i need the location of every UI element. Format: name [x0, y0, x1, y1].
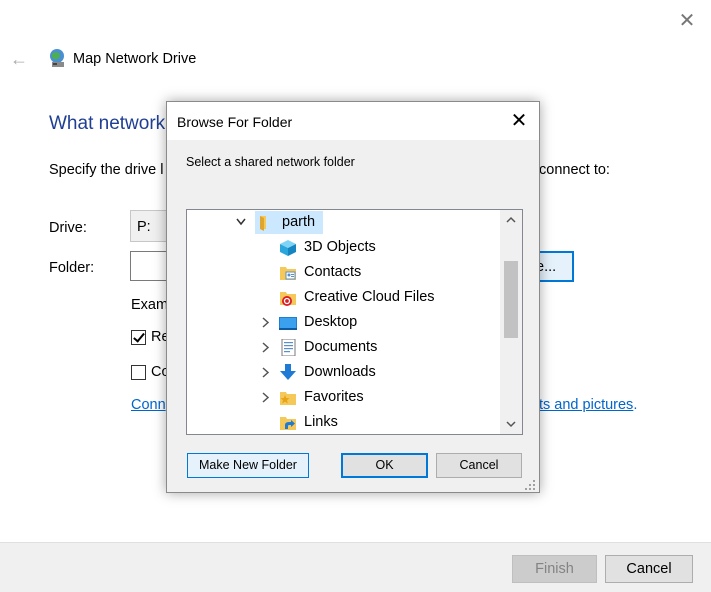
tree-item-documents[interactable]: Documents: [187, 335, 501, 360]
description-text: Specify the drive l: [49, 162, 164, 178]
tree-item-label: 3D Objects: [304, 239, 376, 255]
window-title: Map Network Drive: [73, 51, 197, 67]
close-icon[interactable]: ✕: [505, 108, 533, 134]
back-arrow-icon[interactable]: ←: [8, 48, 30, 70]
tree-item-label: Links: [304, 414, 338, 430]
tree-item-creative-cloud-files[interactable]: Creative Cloud Files: [187, 285, 501, 310]
desktop-icon: [279, 314, 297, 331]
connect-website-link-end[interactable]: ts and pictures.: [539, 397, 637, 413]
ok-button[interactable]: OK: [341, 453, 428, 478]
network-drive-icon: [46, 47, 68, 69]
dialog-titlebar: Browse For Folder ✕: [167, 102, 539, 140]
dialog-title: Browse For Folder: [177, 114, 293, 130]
drive-label: Drive:: [49, 220, 87, 236]
finish-button[interactable]: Finish: [512, 555, 597, 583]
favorites-icon: [279, 389, 297, 406]
chevron-down-icon[interactable]: [234, 210, 248, 235]
3d-objects-icon: [279, 239, 297, 256]
tree-item-favorites[interactable]: Favorites: [187, 385, 501, 410]
tree-item-label: Favorites: [304, 389, 364, 405]
browse-for-folder-dialog: Browse For Folder ✕ Select a shared netw…: [166, 101, 540, 493]
tree-item-label: Creative Cloud Files: [304, 289, 435, 305]
credentials-checkbox[interactable]: [131, 365, 146, 380]
folder-tree[interactable]: parth 3D Objects Contacts Creative Cloud…: [186, 209, 523, 435]
tree-item-label: Downloads: [304, 364, 376, 380]
reconnect-checkbox[interactable]: [131, 330, 146, 345]
tree-item-downloads[interactable]: Downloads: [187, 360, 501, 385]
downloads-icon: [279, 364, 297, 381]
resize-grip-icon[interactable]: [524, 478, 536, 490]
tree-item-contacts[interactable]: Contacts: [187, 260, 501, 285]
page-heading: What network: [49, 113, 166, 134]
contacts-icon: [279, 264, 297, 281]
tree-item-parth[interactable]: parth: [187, 210, 501, 235]
description-text-end: connect to:: [539, 162, 610, 178]
creative-cloud-icon: [279, 289, 297, 306]
chevron-right-icon[interactable]: [258, 360, 272, 385]
link-text[interactable]: ts and pictures: [539, 397, 633, 413]
chevron-right-icon[interactable]: [258, 335, 272, 360]
dialog-cancel-button[interactable]: Cancel: [436, 453, 522, 478]
make-new-folder-button[interactable]: Make New Folder: [187, 453, 309, 478]
tree-item-label: parth: [282, 214, 316, 230]
documents-icon: [279, 338, 297, 357]
user-folder-icon: [256, 214, 274, 231]
tree-item-3d-objects[interactable]: 3D Objects: [187, 235, 501, 260]
close-icon[interactable]: ✕: [676, 10, 698, 32]
example-text: Exam: [131, 297, 169, 313]
tree-item-links[interactable]: Links: [187, 410, 501, 434]
links-icon: [279, 414, 297, 431]
chevron-right-icon[interactable]: [258, 310, 272, 335]
connect-website-link[interactable]: Conn: [131, 397, 166, 413]
scroll-down-icon[interactable]: [500, 414, 522, 434]
folder-label: Folder:: [49, 260, 95, 276]
tree-scrollbar[interactable]: [500, 210, 522, 434]
tree-item-label: Desktop: [304, 314, 358, 330]
tree-item-desktop[interactable]: Desktop: [187, 310, 501, 335]
chevron-right-icon[interactable]: [258, 385, 272, 410]
dialog-prompt: Select a shared network folder: [186, 155, 355, 169]
cancel-button[interactable]: Cancel: [605, 555, 693, 583]
tree-item-label: Contacts: [304, 264, 362, 280]
tree-item-label: Documents: [304, 339, 378, 355]
link-period: .: [633, 397, 638, 413]
scroll-up-icon[interactable]: [500, 210, 522, 230]
scrollbar-thumb[interactable]: [504, 261, 518, 338]
